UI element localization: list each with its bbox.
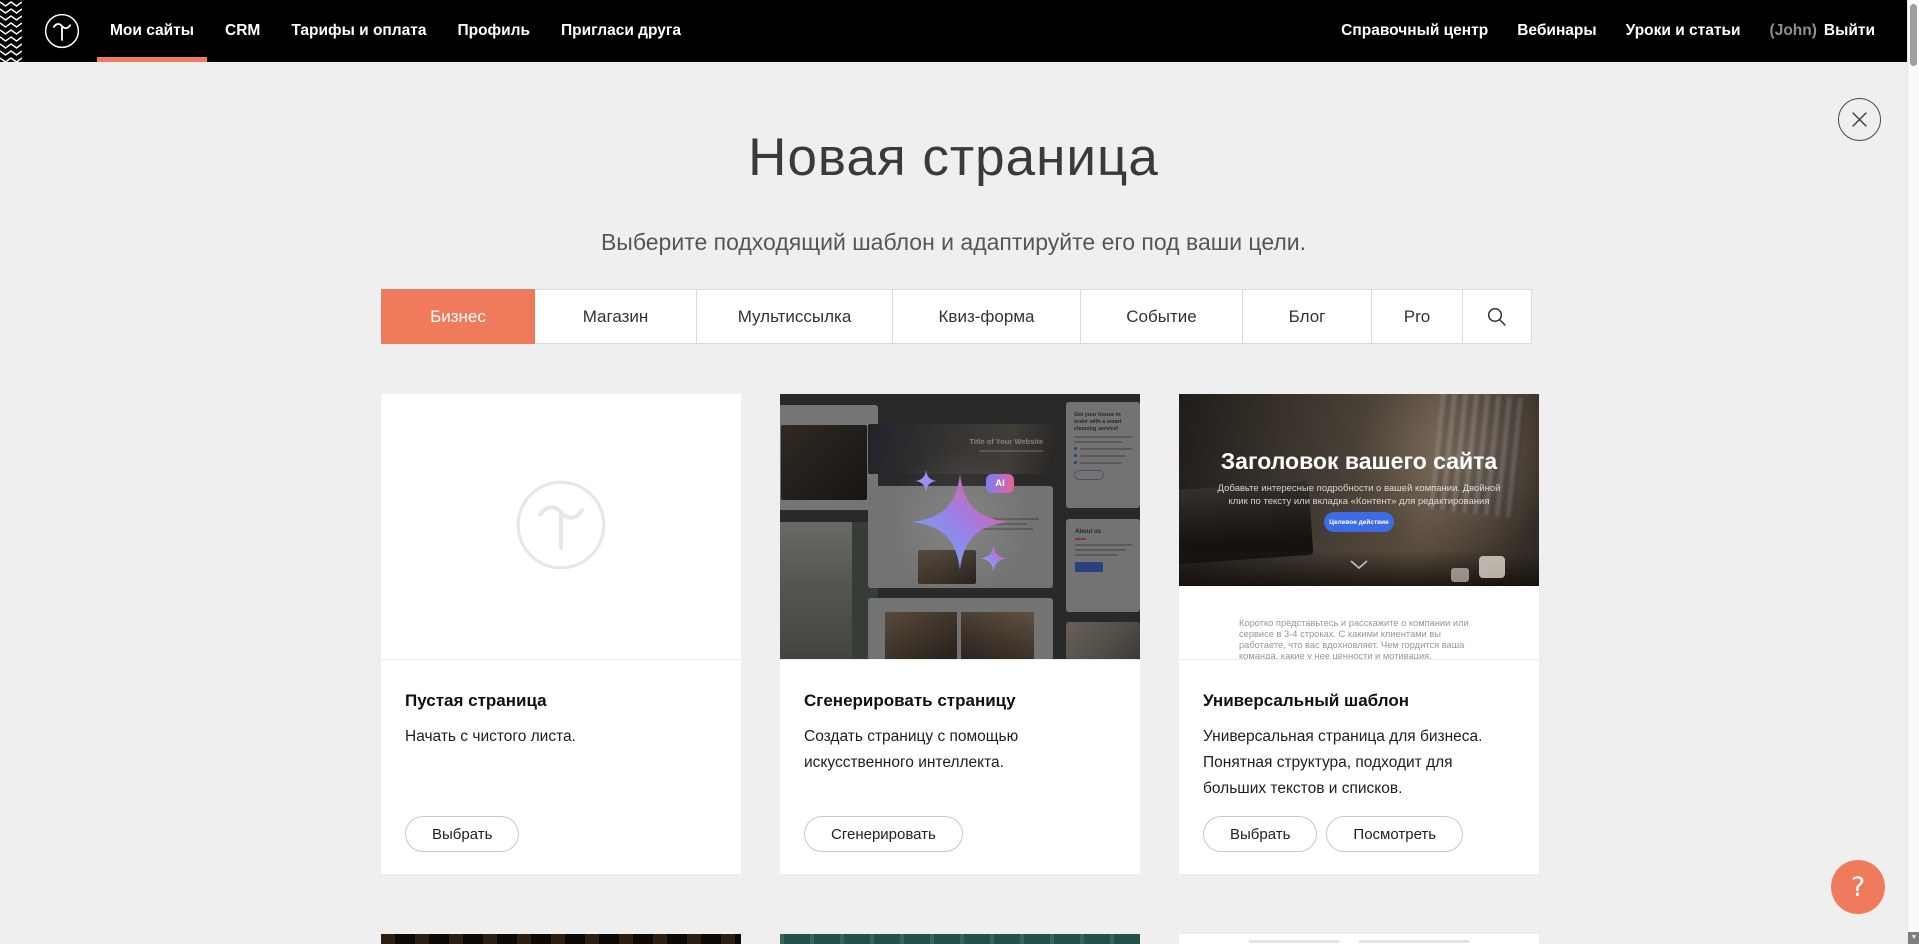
generate-button[interactable]: Сгенерировать (804, 816, 963, 852)
card-title: Сгенерировать страницу (804, 660, 1116, 711)
tab-pro[interactable]: Pro (1371, 289, 1463, 344)
template-card-preview-partial[interactable] (780, 934, 1140, 944)
nav-user-name: (John) (1770, 0, 1817, 62)
card-ai-generate: Title of Your Website Feature Get your h… (780, 394, 1140, 874)
ai-sparkle-small-icon (980, 545, 1007, 572)
nav-item-profile[interactable]: Профиль (457, 0, 530, 62)
card-title: Пустая страница (405, 660, 717, 711)
nav-left-menu: Мои сайты CRM Тарифы и оплата Профиль Пр… (110, 0, 681, 62)
tab-multilink[interactable]: Мультиссылка (696, 289, 893, 344)
universal-template-info: Универсальный шаблон Универсальная стран… (1179, 660, 1539, 873)
nav-item-my-sites[interactable]: Мои сайты (110, 0, 194, 62)
universal-template-preview[interactable]: Заголовок вашего сайта Добавьте интересн… (1179, 394, 1539, 660)
ai-generate-info: Сгенерировать страницу Создать страницу … (780, 660, 1140, 873)
nav-item-lessons[interactable]: Уроки и статьи (1626, 0, 1741, 62)
placeholder-line (1359, 940, 1469, 943)
page-subtitle: Выберите подходящий шаблон и адаптируйте… (0, 229, 1907, 256)
next-template-row (381, 934, 1539, 944)
card-blank-page: Пустая страница Начать с чистого листа. … (381, 394, 741, 874)
tab-event[interactable]: Событие (1080, 289, 1243, 344)
hero-photo-cup (1479, 556, 1505, 578)
nav-item-tariffs[interactable]: Тарифы и оплата (291, 0, 426, 62)
tab-store[interactable]: Магазин (534, 289, 697, 344)
tilda-watermark-icon (515, 479, 607, 571)
hero-photo-cup (1451, 568, 1469, 582)
tab-blog[interactable]: Блог (1242, 289, 1372, 344)
nav-logout-button[interactable]: Выйти (1824, 0, 1875, 62)
template-body-text: Коротко представьтесь и расскажите о ком… (1239, 618, 1481, 660)
tab-search[interactable] (1462, 289, 1532, 344)
hero-title: Заголовок вашего сайта (1179, 448, 1539, 475)
blank-page-preview[interactable] (381, 394, 741, 660)
choose-button[interactable]: Выбрать (405, 816, 519, 852)
close-icon (1851, 111, 1868, 128)
nav-item-webinars[interactable]: Вебинары (1517, 0, 1596, 62)
placeholder-line (1249, 940, 1339, 943)
ai-badge: AI (986, 474, 1014, 493)
help-button[interactable]: ? (1831, 860, 1885, 914)
template-hero: Заголовок вашего сайта Добавьте интересн… (1179, 394, 1539, 586)
hero-cta-button: Целевое действие (1324, 512, 1394, 532)
blank-page-info: Пустая страница Начать с чистого листа. … (381, 660, 741, 873)
template-card-preview-partial[interactable] (1179, 934, 1539, 944)
scrollbar-track: ▼ (1907, 0, 1919, 944)
nav-item-crm[interactable]: CRM (225, 0, 260, 62)
card-universal-template: Заголовок вашего сайта Добавьте интересн… (1179, 394, 1539, 874)
choose-button[interactable]: Выбрать (1203, 816, 1317, 852)
zigzag-pattern-icon (0, 0, 22, 62)
card-title: Универсальный шаблон (1203, 660, 1515, 711)
tab-quiz-form[interactable]: Квиз-форма (892, 289, 1081, 344)
search-icon (1486, 306, 1508, 328)
card-description: Универсальная страница для бизнеса. Поня… (1203, 724, 1515, 802)
tab-business[interactable]: Бизнес (381, 289, 535, 344)
preview-button[interactable]: Посмотреть (1326, 816, 1463, 852)
template-category-tabs: Бизнес Магазин Мультиссылка Квиз-форма С… (381, 289, 1538, 344)
top-navbar: Мои сайты CRM Тарифы и оплата Профиль Пр… (0, 0, 1919, 62)
nav-item-invite-friend[interactable]: Пригласи друга (561, 0, 681, 62)
close-dialog-button[interactable] (1838, 98, 1881, 141)
nav-right-menu: Справочный центр Вебинары Уроки и статьи… (1341, 0, 1875, 62)
card-description: Начать с чистого листа. (405, 724, 717, 750)
tilda-logo-icon[interactable] (44, 13, 80, 49)
nav-item-help-center[interactable]: Справочный центр (1341, 0, 1488, 62)
scrollbar-down-arrow[interactable]: ▼ (1908, 932, 1919, 944)
chevron-down-icon (1350, 560, 1368, 570)
scrollbar-thumb[interactable] (1910, 4, 1917, 66)
template-card-preview-partial[interactable] (381, 934, 741, 944)
card-description: Создать страницу с помощью искусственног… (804, 724, 1049, 776)
ai-generate-preview[interactable]: Title of Your Website Feature Get your h… (780, 394, 1140, 660)
template-cards-row: Пустая страница Начать с чистого листа. … (381, 394, 1539, 874)
page-title: Новая страница (0, 127, 1907, 188)
ai-sparkle-small-icon (915, 470, 937, 492)
